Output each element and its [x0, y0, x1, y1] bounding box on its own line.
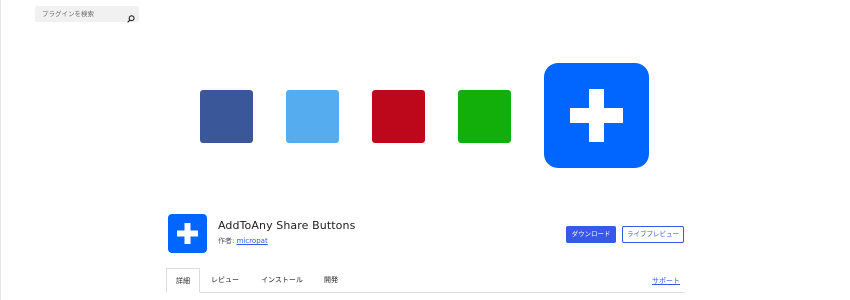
page-left-border — [0, 0, 1, 300]
plugin-icon — [168, 214, 207, 253]
author-label: 作者: — [218, 237, 235, 245]
support-link[interactable]: サポート — [652, 276, 680, 286]
pinterest-red-tile — [372, 90, 425, 143]
plugin-title: AddToAny Share Buttons — [218, 219, 356, 232]
plus-icon — [570, 89, 623, 142]
search-icon[interactable] — [126, 9, 136, 23]
tab-reviews[interactable]: レビュー — [204, 268, 246, 293]
download-button[interactable]: ダウンロード — [566, 226, 616, 243]
author-link[interactable]: micropat — [237, 237, 268, 245]
twitter-lightblue-tile — [286, 90, 339, 143]
tab-development[interactable]: 開発 — [318, 268, 344, 293]
green-share-tile — [458, 90, 511, 143]
plus-icon — [177, 223, 198, 244]
live-preview-button[interactable]: ライブプレビュー — [622, 226, 684, 243]
tab-details[interactable]: 詳細 — [166, 268, 200, 293]
addtoany-banner-tile — [544, 63, 649, 168]
plugin-search — [35, 6, 139, 23]
plugin-author-line: 作者: micropat — [218, 236, 268, 246]
facebook-blue-tile — [200, 90, 253, 143]
search-input[interactable] — [35, 6, 123, 22]
tab-installation[interactable]: インストール — [254, 268, 310, 293]
